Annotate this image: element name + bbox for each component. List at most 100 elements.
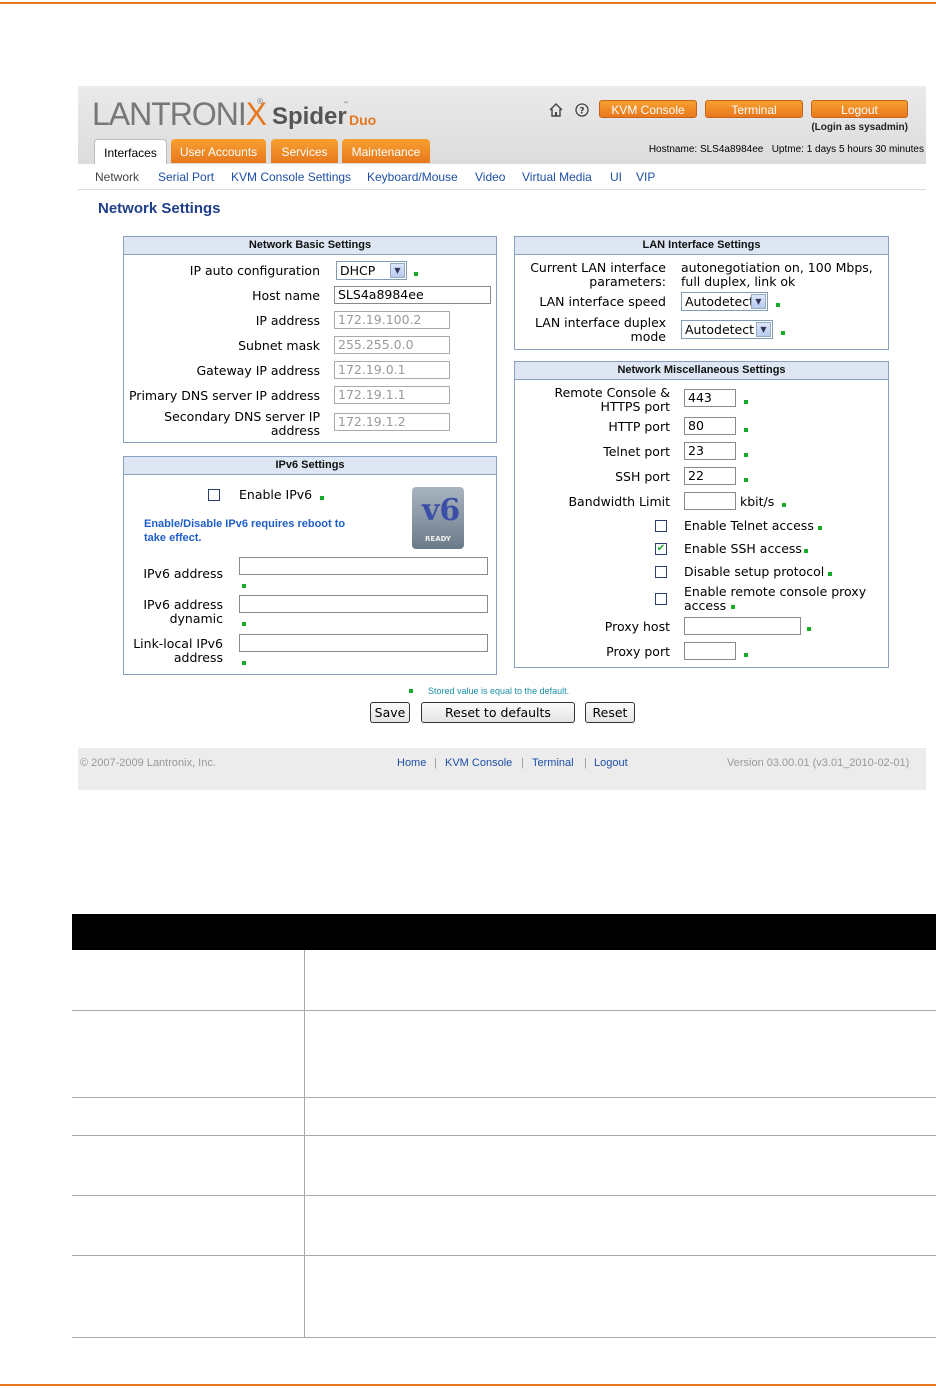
default-marker (731, 605, 735, 609)
ip-address-input[interactable]: 172.19.100.2 (334, 311, 450, 329)
bandwidth-limit-input[interactable] (684, 492, 736, 510)
screenshot-window: LANTRONIX ® Spider ™ Duo ? KVM Console T… (78, 86, 926, 790)
host-info: Hostname: SLS4a8984ee Uptme: 1 days 5 ho… (649, 144, 924, 155)
default-marker (242, 622, 246, 626)
telnet-port-input[interactable]: 23 (684, 442, 736, 460)
footer: © 2007-2009 Lantronix, Inc. Home | KVM C… (78, 748, 926, 790)
reset-to-defaults-button[interactable]: Reset to defaults (421, 702, 575, 723)
footer-separator: | (434, 757, 437, 769)
proxy-host-input[interactable] (684, 617, 801, 635)
column-divider (304, 1256, 305, 1337)
top-rule (0, 2, 936, 4)
label-line2: mode (630, 329, 666, 344)
table-row (72, 1011, 936, 1098)
help-icon[interactable]: ? (575, 103, 589, 117)
ssh-port-label: SSH port (615, 469, 670, 484)
current-lan-label: Current LAN interface parameters: (530, 261, 666, 289)
label-line2: address (173, 650, 223, 665)
http-port-input[interactable]: 80 (684, 417, 736, 435)
link-local-label: Link-local IPv6 address (133, 637, 223, 665)
lan-duplex-value: Autodetect (685, 322, 755, 337)
proxy-port-input[interactable] (684, 642, 736, 660)
ssh-port-input[interactable]: 22 (684, 467, 736, 485)
copyright: © 2007-2009 Lantronix, Inc. (80, 757, 216, 769)
secondary-dns-input[interactable]: 172.19.1.2 (334, 413, 450, 431)
footer-link-home[interactable]: Home (397, 757, 426, 769)
footer-link-terminal[interactable]: Terminal (532, 757, 574, 769)
label-line1: IPv6 address (143, 597, 223, 612)
chevron-down-icon: ▼ (751, 294, 766, 309)
http-port-label: HTTP port (608, 419, 670, 434)
link-local-input[interactable] (239, 634, 488, 652)
secondary-dns-label-line1: Secondary DNS server IP (164, 409, 320, 424)
lan-speed-select[interactable]: Autodetect ▼ (681, 292, 768, 311)
kvm-console-button[interactable]: KVM Console (599, 100, 697, 118)
subnav-network[interactable]: Network (95, 170, 139, 184)
disable-setup-label: Disable setup protocol (684, 564, 825, 579)
subnav-serial-port[interactable]: Serial Port (158, 170, 214, 184)
network-misc-panel: Network Miscellaneous Settings Remote Co… (514, 361, 889, 668)
network-basic-panel: Network Basic Settings IP auto configura… (123, 236, 497, 443)
enable-proxy-checkbox[interactable] (655, 593, 667, 605)
footer-link-kvm-console[interactable]: KVM Console (445, 757, 512, 769)
tab-maintenance[interactable]: Maintenance (342, 139, 430, 163)
page-title: Network Settings (98, 200, 221, 217)
subnav-ui[interactable]: UI (610, 170, 622, 184)
default-marker (828, 572, 832, 576)
host-name-input[interactable]: SLS4a8984ee (334, 286, 491, 304)
lan-speed-value: Autodetect (685, 294, 755, 309)
tab-interfaces[interactable]: Interfaces (94, 139, 167, 164)
label-line1: Enable remote console proxy (684, 584, 867, 599)
ipv6-address-input[interactable] (239, 557, 488, 575)
home-icon[interactable] (549, 103, 563, 117)
subnet-mask-label: Subnet mask (238, 338, 320, 353)
product-name: Spider (272, 103, 347, 130)
ipv6-dynamic-input[interactable] (239, 595, 488, 613)
label-line1: Link-local IPv6 (133, 636, 223, 651)
primary-dns-input[interactable]: 172.19.1.1 (334, 386, 450, 404)
uptime-text: Uptme: 1 days 5 hours 30 minutes (771, 144, 924, 155)
lan-duplex-select[interactable]: Autodetect ▼ (681, 320, 773, 339)
default-marker (804, 549, 808, 553)
proxy-host-label: Proxy host (604, 619, 670, 634)
ipv6-ready-logo: v6 READY (412, 487, 464, 549)
https-port-input[interactable]: 443 (684, 389, 736, 407)
tab-services[interactable]: Services (271, 139, 338, 163)
terminal-button[interactable]: Terminal (705, 100, 803, 118)
ip-auto-select[interactable]: DHCP ▼ (336, 261, 407, 280)
table-row (72, 1136, 936, 1196)
subnav-video[interactable]: Video (475, 170, 505, 184)
default-marker (807, 627, 811, 631)
enable-ipv6-checkbox[interactable] (208, 489, 220, 501)
panel-title: IPv6 Settings (124, 457, 496, 475)
hostname-text: Hostname: SLS4a8984ee (648, 144, 764, 155)
gateway-input[interactable]: 172.19.0.1 (334, 361, 450, 379)
column-divider (304, 1011, 305, 1097)
enable-telnet-checkbox[interactable] (655, 520, 667, 532)
subnav-kvm-console-settings[interactable]: KVM Console Settings (231, 170, 351, 184)
note-line2: take effect. (144, 532, 202, 544)
subnav-vip[interactable]: VIP (636, 170, 655, 184)
save-button[interactable]: Save (370, 702, 410, 723)
lantronix-logo: LANTRONIX (92, 96, 267, 133)
tab-user-accounts[interactable]: User Accounts (171, 139, 266, 163)
disable-setup-checkbox[interactable] (655, 566, 667, 578)
subnav-virtual-media[interactable]: Virtual Media (522, 170, 592, 184)
default-marker (744, 453, 748, 457)
enable-ssh-checkbox[interactable]: ✔ (655, 543, 667, 555)
footer-link-logout[interactable]: Logout (594, 757, 628, 769)
ip-auto-value: DHCP (340, 263, 376, 278)
ip-auto-label: IP auto configuration (189, 263, 320, 278)
column-divider (304, 1196, 305, 1255)
subnet-mask-input[interactable]: 255.255.0.0 (334, 336, 450, 354)
enable-ssh-label: Enable SSH access (684, 541, 802, 556)
gateway-label: Gateway IP address (196, 363, 321, 378)
subnav-keyboard-mouse[interactable]: Keyboard/Mouse (367, 170, 458, 184)
logout-button[interactable]: Logout (811, 100, 908, 118)
column-divider (304, 1098, 305, 1135)
table-header-row (72, 914, 936, 950)
reset-button[interactable]: Reset (585, 702, 635, 723)
label-line2: HTTPS port (600, 399, 670, 414)
product-suffix: Duo (349, 112, 377, 128)
secondary-dns-label: Secondary DNS server IP address (164, 410, 320, 438)
